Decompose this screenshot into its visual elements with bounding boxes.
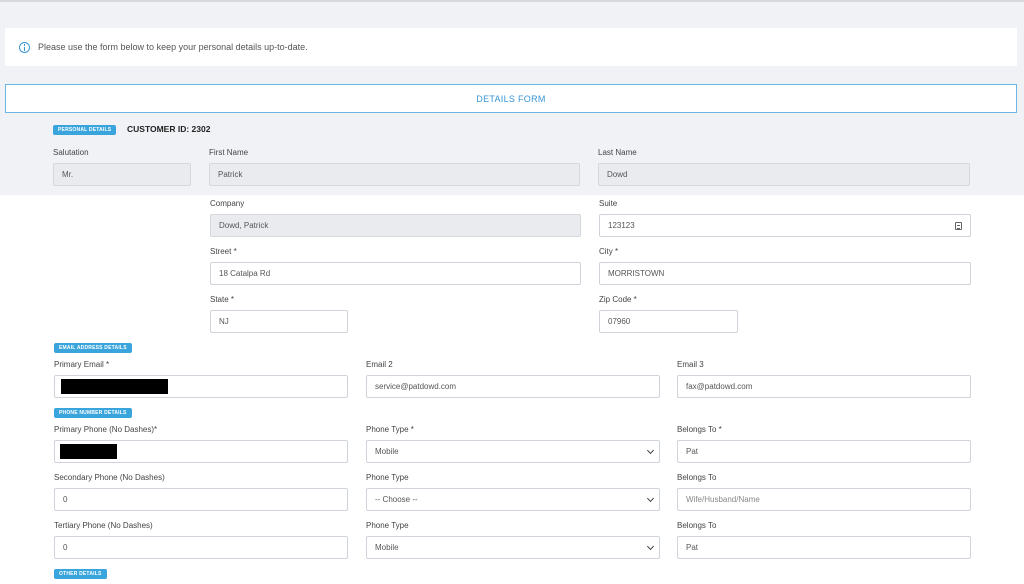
primary-phone-label: Primary Phone (No Dashes)* [54,425,158,434]
email3-label: Email 3 [677,360,704,369]
phone-type1-label: Phone Type * [366,425,414,434]
phone-type3-label: Phone Type [366,521,409,530]
salutation-field[interactable]: Mr. [53,163,191,186]
zip-label: Zip Code * [599,295,637,304]
zip-value: 07960 [608,317,631,326]
secondary-phone-value: 0 [63,495,68,504]
chevron-down-icon [646,542,655,551]
info-alert: Please use the form below to keep your p… [5,28,1017,66]
street-label: Street * [210,247,237,256]
first-name-field[interactable]: Patrick [209,163,580,186]
salutation-value: Mr. [62,170,74,179]
belongs3-field[interactable]: Pat [677,536,971,559]
zip-field[interactable]: 07960 [599,310,738,333]
company-field[interactable]: Dowd, Patrick [210,214,581,237]
belongs2-placeholder: Wife/Husband/Name [686,495,760,504]
other-details-badge: OTHER DETAILS [54,569,107,579]
email3-value: fax@patdowd.com [686,382,753,391]
city-value: MORRISTOWN [608,269,665,278]
primary-email-label: Primary Email * [54,360,110,369]
phone-details-badge: PHONE NUMBER DETAILS [54,408,132,418]
email2-value: service@patdowd.com [375,382,457,391]
secondary-phone-label: Secondary Phone (No Dashes) [54,473,165,482]
autofill-icon[interactable] [955,222,962,230]
belongs2-label: Belongs To [677,473,717,482]
suite-label: Suite [599,199,618,208]
suite-value: 123123 [608,221,635,230]
email3-field[interactable]: fax@patdowd.com [677,375,971,398]
email2-field[interactable]: service@patdowd.com [366,375,660,398]
tertiary-phone-label: Tertiary Phone (No Dashes) [54,521,153,530]
first-name-label: First Name [209,148,249,157]
redacted-block [60,444,117,459]
street-value: 18 Catalpa Rd [219,269,271,278]
phone-type1-select[interactable]: Mobile [366,440,660,463]
company-label: Company [210,199,245,208]
belongs1-value: Pat [686,447,699,456]
tertiary-phone-value: 0 [63,543,68,552]
belongs3-label: Belongs To [677,521,717,530]
tertiary-phone-field[interactable]: 0 [54,536,348,559]
city-label: City * [599,247,619,256]
city-field[interactable]: MORRISTOWN [599,262,971,285]
phone-type2-value: -- Choose -- [375,495,418,504]
phone-type3-value: Mobile [375,543,399,552]
info-message: Please use the form below to keep your p… [38,42,308,52]
last-name-field[interactable]: Dowd [598,163,970,186]
state-label: State * [210,295,235,304]
phone-type2-label: Phone Type [366,473,409,482]
suite-field[interactable]: 123123 [599,214,971,237]
primary-phone-field[interactable] [54,440,348,463]
chevron-down-icon [646,446,655,455]
belongs3-value: Pat [686,543,699,552]
first-name-value: Patrick [218,170,243,179]
street-field[interactable]: 18 Catalpa Rd [210,262,581,285]
company-value: Dowd, Patrick [219,221,269,230]
last-name-label: Last Name [598,148,637,157]
chevron-down-icon [646,494,655,503]
phone-type3-select[interactable]: Mobile [366,536,660,559]
phone-type1-value: Mobile [375,447,399,456]
belongs1-field[interactable]: Pat [677,440,971,463]
top-divider [0,0,1024,2]
salutation-label: Salutation [53,148,89,157]
customer-id: CUSTOMER ID: 2302 [127,124,211,134]
details-form-header: DETAILS FORM [5,84,1017,113]
email-details-badge: EMAIL ADDRESS DETAILS [54,343,132,353]
belongs1-label: Belongs To * [677,425,722,434]
phone-type2-select[interactable]: -- Choose -- [366,488,660,511]
primary-email-field[interactable] [54,375,348,398]
state-value: NJ [219,317,229,326]
secondary-phone-field[interactable]: 0 [54,488,348,511]
personal-details-badge: PERSONAL DETAILS [53,125,117,135]
state-field[interactable]: NJ [210,310,348,333]
email2-label: Email 2 [366,360,393,369]
info-icon [19,41,30,53]
last-name-value: Dowd [607,170,628,179]
belongs2-field[interactable]: Wife/Husband/Name [677,488,971,511]
redacted-block [61,379,168,394]
